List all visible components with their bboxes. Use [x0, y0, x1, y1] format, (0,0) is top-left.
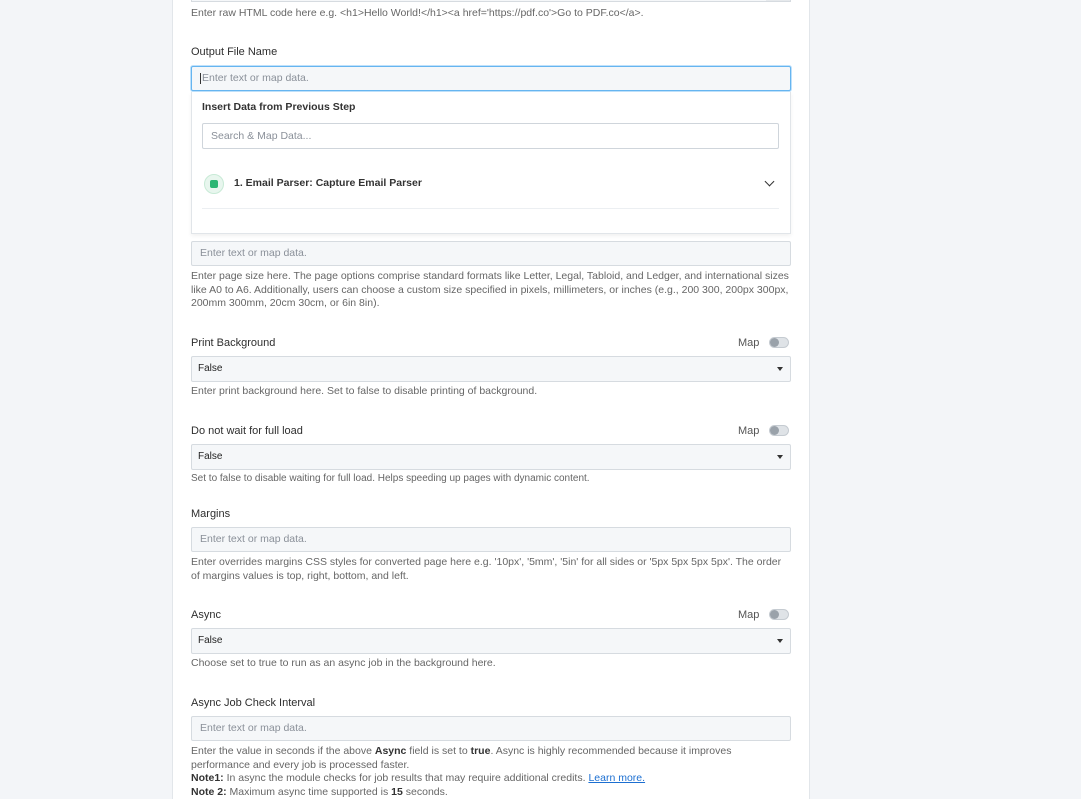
async-interval-label: Async Job Check Interval [191, 697, 316, 709]
margins-placeholder: Enter text or map data. [200, 533, 307, 545]
async-label: Async [191, 609, 221, 621]
email-parser-icon [204, 174, 224, 194]
help-text: Enter the value in seconds if the above [191, 745, 375, 757]
do-not-wait-value: False [198, 451, 223, 462]
note2-bold-value: 15 [391, 785, 403, 798]
do-not-wait-map-label: Map [738, 425, 760, 437]
async-value: False [198, 635, 223, 646]
raw-html-help: Enter raw HTML code here e.g. <h1>Hello … [191, 7, 644, 19]
caret-down-icon [777, 639, 783, 643]
note1-label: Note1: [191, 772, 224, 785]
print-background-label: Print Background [191, 337, 276, 349]
do-not-wait-map-toggle[interactable] [769, 425, 789, 436]
async-interval-help: Enter the value in seconds if the above … [191, 745, 791, 799]
help-bold-true: true [470, 745, 491, 757]
page-size-help: Enter page size here. The page options c… [191, 270, 789, 310]
insert-data-dropdown: Insert Data from Previous Step Search & … [191, 92, 791, 234]
margins-help: Enter overrides margins CSS styles for c… [191, 556, 782, 582]
async-map-label: Map [738, 609, 760, 621]
learn-more-link[interactable]: Learn more. [588, 772, 645, 784]
print-background-select[interactable]: False [191, 356, 791, 382]
output-file-name-label: Output File Name [191, 46, 278, 58]
note2-label: Note 2: [191, 785, 227, 798]
page-size-input[interactable]: Enter text or map data. [191, 241, 791, 266]
dropdown-divider [202, 208, 779, 209]
async-interval-input[interactable]: Enter text or map data. [191, 716, 791, 741]
async-select[interactable]: False [191, 628, 791, 654]
raw-html-input[interactable] [191, 0, 791, 2]
do-not-wait-label: Do not wait for full load [191, 425, 303, 437]
note1-text: In async the module checks for job resul… [223, 772, 589, 785]
output-file-name-input[interactable]: Enter text or map data. [191, 66, 791, 91]
async-help: Choose set to true to run as an async jo… [191, 657, 496, 669]
do-not-wait-select[interactable]: False [191, 444, 791, 470]
output-file-name-placeholder: Enter text or map data. [202, 72, 309, 84]
page-size-placeholder: Enter text or map data. [200, 247, 307, 259]
margins-input[interactable]: Enter text or map data. [191, 527, 791, 552]
caret-down-icon [777, 367, 783, 371]
print-background-map-toggle[interactable] [769, 337, 789, 348]
caret-down-icon [777, 455, 783, 459]
async-interval-placeholder: Enter text or map data. [200, 722, 307, 734]
note2-text: seconds. [402, 785, 448, 798]
async-map-toggle[interactable] [769, 609, 789, 620]
text-cursor [200, 72, 201, 84]
margins-label: Margins [191, 508, 231, 520]
print-background-map-label: Map [738, 337, 760, 349]
insert-data-title: Insert Data from Previous Step [202, 101, 356, 113]
step-email-parser-label[interactable]: 1. Email Parser: Capture Email Parser [234, 177, 422, 189]
map-data-search-input[interactable]: Search & Map Data... [202, 123, 779, 149]
chevron-down-icon[interactable] [764, 176, 775, 187]
do-not-wait-help: Set to false to disable waiting for full… [191, 473, 590, 484]
help-text: field is set to [406, 745, 471, 757]
scrollbar[interactable] [766, 0, 790, 1]
print-background-value: False [198, 363, 223, 374]
print-background-help: Enter print background here. Set to fals… [191, 385, 538, 397]
help-bold-async: Async [374, 745, 407, 757]
note2-text: Maximum async time supported is [226, 785, 392, 798]
